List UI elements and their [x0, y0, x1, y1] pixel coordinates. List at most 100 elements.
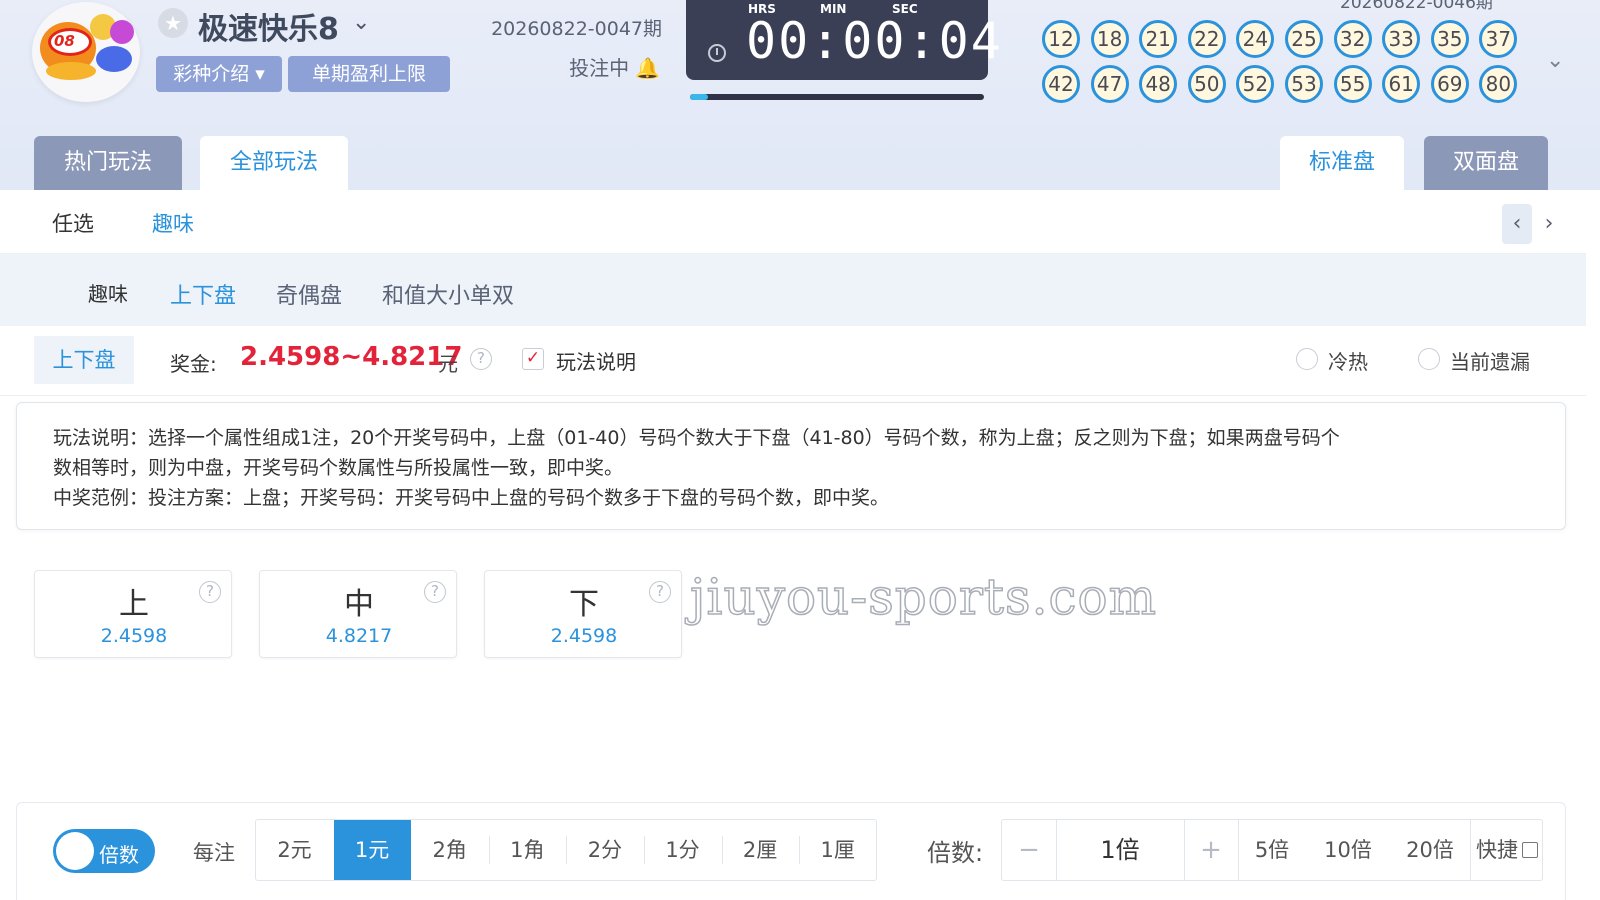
- rules-checkbox-label[interactable]: 玩法说明: [556, 346, 636, 375]
- per-bet-label: 每注: [193, 841, 235, 865]
- category-tab-fun[interactable]: 趣味: [152, 208, 194, 238]
- lottery-header: 08 ★ 极速快乐8 ⌄ 彩种介绍 ▾ 单期盈利上限 20260822-0047…: [0, 0, 1600, 190]
- category-tabs: 任选 趣味 ‹ ›: [0, 190, 1586, 254]
- hot-cold-label[interactable]: 冷热: [1328, 346, 1368, 375]
- profit-limit-button[interactable]: 单期盈利上限: [288, 56, 450, 92]
- bet-option-odds: 4.8217: [325, 625, 393, 647]
- preset-10x-button[interactable]: 10倍: [1306, 820, 1390, 880]
- toggle-label: 倍数: [99, 843, 139, 867]
- bet-option-down[interactable]: 下 ? 2.4598: [484, 570, 682, 658]
- countdown-time: 00:00:04: [746, 12, 1003, 70]
- current-play-tag: 上下盘: [34, 336, 134, 384]
- prize-range: 2.4598~4.8217: [240, 342, 463, 372]
- unit-option[interactable]: 1元: [333, 820, 411, 880]
- draw-number-ball: 69: [1430, 65, 1469, 103]
- draw-number-ball: 12: [1042, 20, 1080, 58]
- prize-label: 奖金:: [170, 352, 217, 376]
- category-tab-optional[interactable]: 任选: [52, 208, 94, 238]
- rules-line-1: 玩法说明：选择一个属性组成1注，20个开奖号码中，上盘（01-40）号码个数大于…: [53, 427, 1340, 449]
- draw-number-ball: 33: [1382, 20, 1421, 58]
- draw-number-ball: 25: [1285, 20, 1323, 58]
- favorite-star-icon[interactable]: ★: [158, 8, 188, 38]
- tab-standard-board[interactable]: 标准盘: [1280, 136, 1404, 190]
- draw-number-ball: 42: [1042, 65, 1080, 103]
- bet-option-middle[interactable]: 中 ? 4.8217: [259, 570, 457, 658]
- current-period: 20260822-0047期: [491, 18, 662, 40]
- rules-checkbox[interactable]: ✓: [522, 348, 544, 370]
- countdown-timer: HRS MIN SEC 00:00:04: [686, 0, 1001, 80]
- draw-number-ball: 37: [1479, 20, 1518, 58]
- draw-number-ball: 55: [1333, 65, 1372, 103]
- play-info-bar: 上下盘 奖金: 2.4598~4.8217 元 ? ✓ 玩法说明 冷热 当前遗漏: [0, 326, 1586, 396]
- multiplier-label: 倍数:: [927, 839, 984, 867]
- help-icon[interactable]: ?: [199, 581, 221, 603]
- scroll-right-icon[interactable]: ›: [1534, 204, 1564, 244]
- sub-tab-up-down[interactable]: 上下盘: [170, 278, 236, 310]
- missing-label[interactable]: 当前遗漏: [1450, 346, 1530, 375]
- unit-option[interactable]: 2元: [256, 820, 333, 880]
- multiplier-input[interactable]: 1倍: [1056, 820, 1184, 880]
- tab-hot-plays[interactable]: 热门玩法: [34, 136, 182, 190]
- draw-number-ball: 21: [1139, 20, 1178, 58]
- sub-tabs: 趣味 上下盘 奇偶盘 和值大小单双: [0, 254, 1586, 326]
- sub-tab-odd-even[interactable]: 奇偶盘: [276, 278, 342, 310]
- chevron-down-icon[interactable]: ⌄: [352, 10, 370, 35]
- unit-option[interactable]: 1角: [488, 820, 566, 880]
- draw-number-ball: 32: [1333, 20, 1372, 58]
- preset-5x-button[interactable]: 5倍: [1238, 820, 1306, 880]
- edit-icon: [1522, 842, 1538, 858]
- countdown-progress-track: [690, 94, 984, 100]
- quick-settings-button[interactable]: 快捷: [1470, 820, 1544, 880]
- expand-results-chevron-icon[interactable]: ⌄: [1546, 48, 1564, 73]
- bell-icon: 🔔: [635, 56, 660, 80]
- draw-number-ball: 48: [1139, 65, 1178, 103]
- unit-selector: 2元 1元 2角 1角 2分 1分 2厘 1厘: [255, 819, 877, 881]
- multiplier-toggle[interactable]: 倍数: [53, 829, 155, 873]
- bet-option-odds: 2.4598: [550, 625, 618, 647]
- draw-number-ball: 18: [1090, 20, 1129, 58]
- unit-option[interactable]: 1厘: [799, 820, 876, 880]
- multiplier-controls: − 1倍 + 5倍 10倍 20倍 快捷: [1001, 819, 1543, 881]
- logo-number: 08: [54, 32, 75, 50]
- scroll-left-icon[interactable]: ‹: [1502, 204, 1532, 244]
- sub-tab-sum-size[interactable]: 和值大小单双: [382, 278, 514, 310]
- prize-help-icon[interactable]: ?: [470, 348, 492, 370]
- game-logo: 08: [32, 2, 140, 102]
- watermark: jiuyou-sports.com: [689, 567, 1157, 627]
- rules-line-3: 中奖范例：投注方案：上盘；开奖号码：开奖号码中上盘的号码个数多于下盘的号码个数，…: [53, 487, 890, 509]
- increase-multiplier-button[interactable]: +: [1184, 820, 1238, 880]
- sub-group-label: 趣味: [88, 282, 128, 306]
- prize-unit: 元: [438, 352, 458, 376]
- draw-number-ball: 52: [1236, 65, 1275, 103]
- draw-number-ball: 22: [1187, 20, 1226, 58]
- draw-number-ball: 50: [1187, 65, 1226, 103]
- bet-option-up[interactable]: 上 ? 2.4598: [34, 570, 232, 658]
- hot-cold-radio[interactable]: [1296, 348, 1318, 370]
- countdown-progress-fill: [690, 94, 708, 100]
- draw-number-ball: 24: [1236, 20, 1275, 58]
- game-title[interactable]: 极速快乐8: [198, 4, 339, 48]
- draw-number-ball: 61: [1382, 65, 1421, 103]
- unit-option[interactable]: 2厘: [721, 820, 799, 880]
- tab-all-plays[interactable]: 全部玩法: [200, 136, 348, 190]
- draw-number-ball: 80: [1479, 65, 1518, 103]
- betting-status: 投注中 🔔: [569, 56, 660, 80]
- unit-option[interactable]: 2分: [566, 820, 643, 880]
- help-icon[interactable]: ?: [424, 581, 446, 603]
- draw-number-ball: 35: [1430, 20, 1469, 58]
- game-intro-button[interactable]: 彩种介绍 ▾: [156, 56, 282, 92]
- previous-period: 20260822-0046期: [1340, 0, 1493, 13]
- help-icon[interactable]: ?: [649, 581, 671, 603]
- rules-line-2: 数相等时，则为中盘，开奖号码个数属性与所投属性一致，即中奖。: [53, 457, 624, 479]
- bet-settings-bar: 倍数 每注 2元 1元 2角 1角 2分 1分 2厘 1厘 倍数: − 1倍 + 5倍 10倍…: [16, 802, 1566, 900]
- alarm-clock-icon: [708, 44, 726, 62]
- missing-radio[interactable]: [1418, 348, 1440, 370]
- tab-double-board[interactable]: 双面盘: [1424, 136, 1548, 190]
- bet-option-odds: 2.4598: [100, 625, 168, 647]
- unit-option[interactable]: 1分: [644, 820, 721, 880]
- rules-description: 玩法说明：选择一个属性组成1注，20个开奖号码中，上盘（01-40）号码个数大于…: [16, 402, 1566, 530]
- preset-20x-button[interactable]: 20倍: [1390, 820, 1470, 880]
- unit-option[interactable]: 2角: [411, 820, 488, 880]
- draw-number-ball: 53: [1285, 65, 1323, 103]
- decrease-multiplier-button[interactable]: −: [1002, 820, 1056, 880]
